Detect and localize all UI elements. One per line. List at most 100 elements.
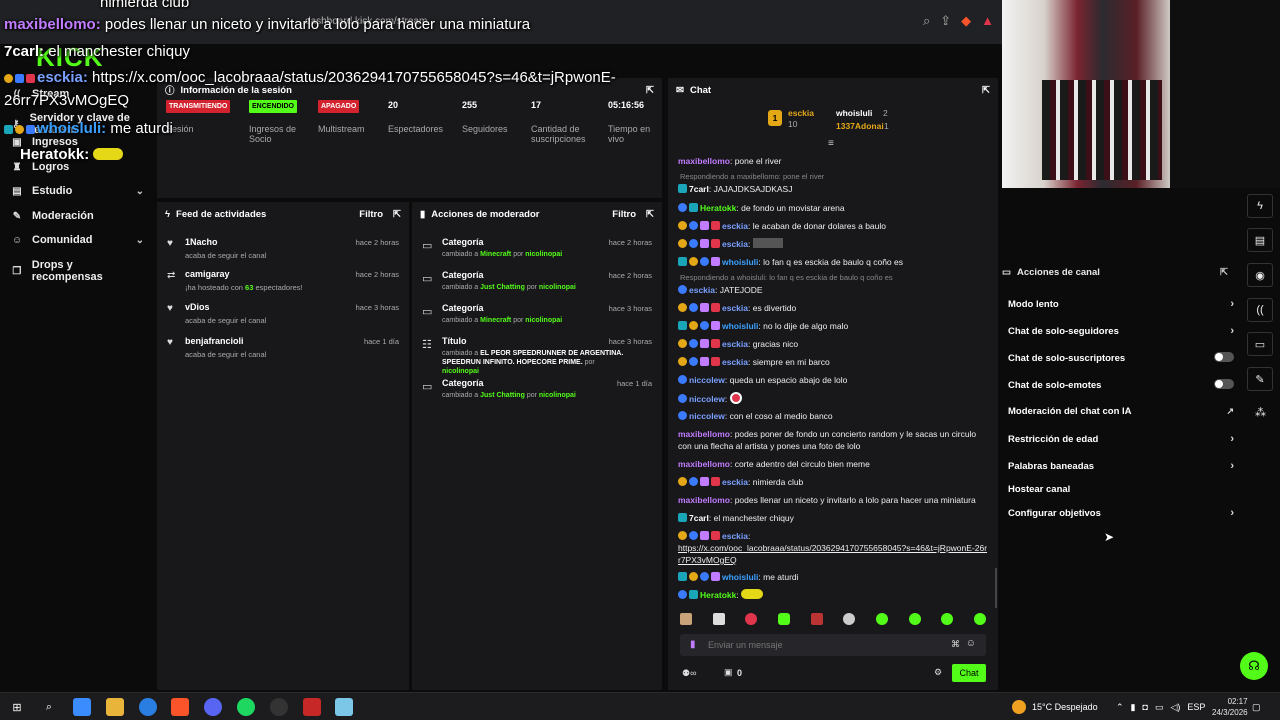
message-input[interactable] (708, 637, 928, 653)
emote-icon[interactable] (810, 613, 823, 625)
chat-link[interactable]: https://x.com/ooc_lacobraaa/status/20362… (678, 543, 987, 565)
windows-start-icon[interactable]: ⊞ (8, 698, 26, 716)
emote-icon[interactable] (843, 613, 856, 625)
command-icon[interactable]: ⌘ (951, 639, 960, 650)
emote-icon[interactable] (875, 613, 888, 625)
emote-icon[interactable] (908, 613, 921, 625)
brave-shield-icon[interactable]: ◆ (961, 13, 971, 29)
popout-icon[interactable]: ⇱ (393, 209, 401, 220)
overlay-line: maxibellomo: podes llenar un niceto y in… (4, 16, 531, 33)
subs-only-toggle[interactable] (1214, 352, 1234, 362)
sidebar-item-community[interactable]: ☺ Comunidad ⌄ (12, 234, 144, 246)
copilot-icon[interactable] (73, 698, 91, 716)
obs-icon[interactable] (270, 698, 288, 716)
popout-icon[interactable]: ⇱ (982, 85, 990, 96)
overlay-line: 26rr7PX3vMOgEQ (4, 92, 130, 109)
chevron-up-icon[interactable]: ⌃ (1116, 702, 1124, 713)
discord-icon[interactable] (204, 698, 222, 716)
clipboard-icon[interactable]: ▤ (1247, 228, 1273, 252)
banned-words-row[interactable]: Palabras baneadas › (1008, 460, 1234, 472)
users-icon[interactable]: ⚉∞ (682, 668, 696, 679)
points-count: 0 (737, 668, 743, 678)
brave-icon[interactable] (171, 698, 189, 716)
microphone-icon[interactable]: ▮ (1131, 702, 1136, 713)
notepad-icon[interactable] (335, 698, 353, 716)
app-icon[interactable] (303, 698, 321, 716)
flash-icon[interactable]: ϟ (1247, 194, 1273, 218)
category-icon: ▭ (422, 381, 433, 393)
filter-button[interactable]: Filtro (612, 209, 636, 220)
support-headset-icon[interactable]: ☊ (1240, 652, 1268, 680)
title-icon: ☷ (422, 339, 432, 351)
chat-message: maxibellomo: podes llenar un niceto y in… (678, 495, 976, 505)
camera-icon[interactable]: ◘ (1143, 702, 1148, 712)
followers-only-row[interactable]: Chat de solo-seguidores › (1008, 325, 1234, 337)
host-icon: ⇄ (167, 270, 176, 281)
host-channel-row[interactable]: Hostear canal (1008, 484, 1234, 495)
overlay-line: whoisluli: me aturdi (4, 120, 173, 137)
brave-rewards-icon[interactable]: ▲ (981, 13, 994, 29)
emote-image (729, 392, 742, 404)
ai-moderation-row[interactable]: Moderación del chat con IA ↗ (1008, 406, 1234, 417)
chat-scrollbar[interactable] (995, 568, 997, 608)
chevron-right-icon: › (1230, 433, 1234, 445)
mic-icon[interactable]: ▮ (690, 639, 696, 650)
weather-sun-icon (1012, 700, 1026, 714)
status-badge: TRANSMITIENDO (166, 100, 231, 113)
weather-widget[interactable]: 15°C Despejado (1012, 693, 1098, 720)
heart-icon: ♥ (167, 337, 173, 348)
slow-mode-row[interactable]: Modo lento › (1008, 298, 1234, 310)
popout-icon[interactable]: ⇱ (1220, 267, 1228, 278)
filter-button[interactable]: Filtro (359, 209, 383, 220)
goals-row[interactable]: Configurar objetivos › (1008, 507, 1234, 519)
monitor-icon[interactable]: ▭ (1247, 332, 1273, 356)
emote-image (752, 238, 783, 248)
emote-icon[interactable] (680, 613, 692, 625)
volume-icon[interactable]: ◁) (1170, 702, 1180, 713)
mouse-cursor-icon: ➤ (1104, 530, 1115, 544)
popout-icon[interactable]: ⇱ (646, 85, 654, 96)
category-icon: ▭ (422, 306, 433, 318)
chat-message: whoisluli: no lo dije de algo malo (678, 320, 988, 332)
chevron-right-icon: › (1230, 507, 1234, 519)
share-icon[interactable]: ⇪ (940, 13, 951, 29)
emote-image (93, 148, 124, 160)
network-icon[interactable]: ▭ (1155, 702, 1164, 713)
emote-icon[interactable] (941, 613, 954, 625)
chat-message: niccolew: queda un espacio abajo de lolo (678, 374, 988, 386)
send-chat-button[interactable]: Chat (952, 664, 986, 682)
chat-message: esckia: es divertido (678, 302, 988, 314)
sidebar-item-moderation[interactable]: ✎ Moderación (12, 210, 144, 222)
zoom-icon[interactable]: ⌕ (923, 13, 930, 29)
popout-icon[interactable]: ⇱ (646, 209, 654, 220)
settings-gear-icon[interactable]: ⚙ (934, 667, 942, 678)
chevron-right-icon: › (1230, 460, 1234, 472)
emote-icon[interactable] (712, 613, 725, 625)
stat-subs: 17 Cantidad de suscripciones (531, 100, 586, 144)
emotes-only-toggle[interactable] (1214, 379, 1234, 389)
language-indicator[interactable]: ESP (1187, 702, 1205, 712)
clock[interactable]: 02:17 24/3/2026 (1212, 696, 1248, 718)
broadcast-icon[interactable]: (( (1247, 298, 1273, 322)
emote-icon[interactable] (745, 613, 758, 625)
share-nodes-icon[interactable]: ⁂ (1255, 406, 1266, 419)
edge-icon[interactable] (139, 698, 157, 716)
chat-icon[interactable]: ◉ (1247, 263, 1273, 287)
stat-multistream: APAGADO Multistream (318, 100, 365, 134)
notification-icon[interactable]: ▢ (1252, 693, 1261, 720)
heart-icon: ♥ (167, 238, 173, 249)
sidebar-item-drops[interactable]: ❐ Drops y recompensas (12, 259, 144, 283)
chat-message: esckia: https://x.com/ooc_lacobraaa/statu… (678, 531, 988, 565)
wrench-icon[interactable]: ✎ (1247, 367, 1273, 391)
spotify-icon[interactable] (237, 698, 255, 716)
emoji-icon[interactable]: ☺ (966, 638, 976, 649)
category-icon: ▭ (422, 240, 433, 252)
age-restriction-row[interactable]: Restricción de edad › (1008, 433, 1234, 445)
emote-icon[interactable] (777, 613, 790, 625)
file-explorer-icon[interactable] (106, 698, 124, 716)
sidebar-item-studio[interactable]: ▤ Estudio ⌄ (12, 185, 144, 197)
search-icon[interactable]: ⌕ (40, 698, 58, 716)
chat-message: Heratokk: de fondo un movistar arena (678, 202, 988, 214)
subs-only-row: Chat de solo-suscriptores (1008, 352, 1234, 365)
emote-icon[interactable] (973, 613, 986, 625)
